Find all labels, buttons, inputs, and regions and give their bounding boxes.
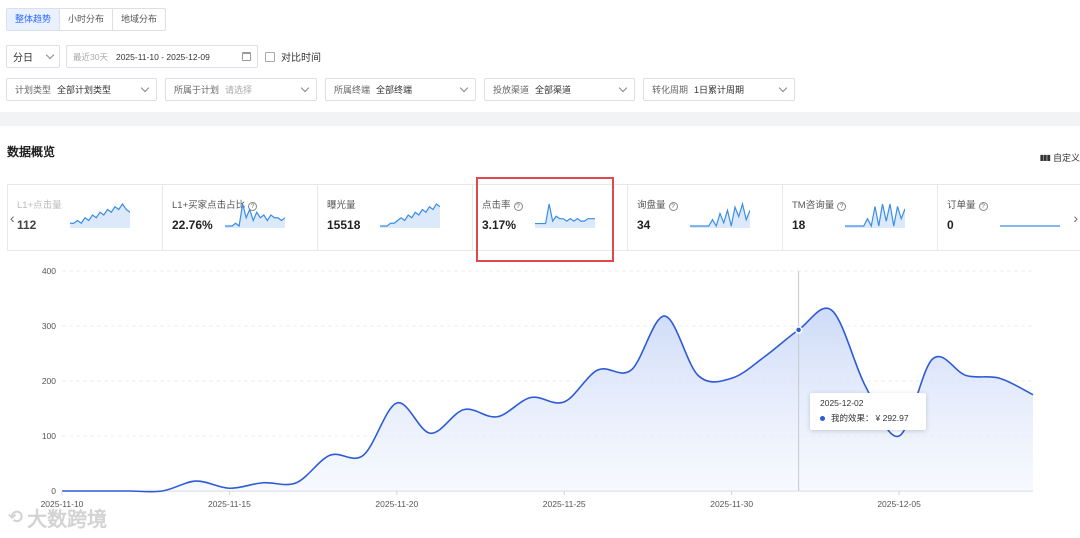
watermark: ⟲ 大数跨境: [8, 503, 107, 532]
view-tabs: 整体趋势 小时分布 地域分布: [6, 8, 167, 31]
y-tick-label: 400: [42, 266, 56, 276]
highlight-point: [794, 326, 803, 334]
granularity-select[interactable]: 分日: [6, 45, 60, 68]
customize-button[interactable]: ▮▮▮ 自定义: [1040, 151, 1080, 164]
compare-time-toggle[interactable]: 对比时间: [265, 49, 321, 64]
date-range-value: 2025-11-10 - 2025-12-09: [115, 51, 210, 62]
series-dot-icon: [820, 415, 825, 421]
metric-label: L1+点击量: [17, 200, 62, 211]
y-tick-label: 200: [42, 376, 56, 386]
sparkline: [690, 201, 750, 228]
compare-checkbox[interactable]: [265, 51, 275, 62]
filter-value: 全部终端: [376, 85, 413, 95]
help-icon: ?: [668, 202, 678, 211]
metric-label: TM咨询量?: [792, 197, 847, 211]
plan-type-select[interactable]: 计划类型 全部计划类型: [6, 78, 157, 101]
tooltip-value: ¥ 292.97: [875, 413, 909, 423]
section-divider: [0, 112, 1080, 126]
metric-label: 曝光量: [327, 200, 356, 211]
tooltip-series-label: 我的效果：: [831, 413, 874, 423]
chevron-down-icon: [459, 83, 469, 93]
compare-label: 对比时间: [281, 53, 321, 64]
metric-card-orders[interactable]: 订单量? 0: [938, 185, 1080, 250]
filter-label: 计划类型: [15, 85, 52, 95]
granularity-value: 分日: [13, 53, 33, 64]
metric-card-l1-buyer-ratio[interactable]: L1+买家点击占比? 22.76%: [163, 185, 318, 250]
metric-value: 34: [637, 218, 651, 232]
x-tick-label: 2025-11-20: [375, 499, 418, 509]
chevron-down-icon: [300, 83, 310, 93]
y-tick-label: 100: [42, 431, 56, 441]
highlight-box: [476, 177, 614, 262]
carousel-prev-button[interactable]: ‹: [10, 210, 15, 226]
metric-value: 18: [792, 218, 806, 232]
chart-tooltip: 2025-12-02 我的效果： ¥ 292.97: [810, 393, 926, 430]
metric-label: 订单量?: [947, 197, 988, 211]
filter-placeholder: 请选择: [225, 85, 253, 95]
metric-value: 112: [17, 218, 37, 232]
date-range-picker[interactable]: 最近30天 2025-11-10 - 2025-12-09: [66, 45, 258, 68]
watermark-text: 大数跨境: [27, 509, 108, 531]
filter-value: 全部计划类型: [57, 85, 112, 95]
help-icon: ?: [978, 202, 988, 211]
metric-value: 15518: [327, 218, 361, 232]
x-tick-label: 2025-11-30: [710, 499, 753, 509]
terminal-select[interactable]: 所属终端 全部终端: [325, 78, 476, 101]
tab-overall-trend[interactable]: 整体趋势: [7, 9, 61, 30]
tooltip-date: 2025-12-02: [820, 398, 864, 408]
filter-row: 计划类型 全部计划类型 所属于计划 请选择 所属终端 全部终端 投放渠道 全部渠…: [6, 78, 803, 101]
filter-label: 转化周期: [652, 85, 689, 95]
columns-icon: ▮▮▮: [1039, 153, 1051, 162]
channel-select[interactable]: 投放渠道 全部渠道: [484, 78, 635, 101]
sparkline: [1000, 225, 1060, 227]
plan-select[interactable]: 所属于计划 请选择: [165, 78, 317, 101]
tab-region-distribution[interactable]: 地域分布: [113, 9, 165, 30]
chevron-down-icon: [618, 83, 628, 93]
sparkline-area: [70, 204, 130, 228]
chevron-down-icon: [140, 83, 150, 93]
calendar-icon: [242, 52, 251, 61]
watermark-logo-icon: ⟲: [8, 507, 24, 527]
trend-chart[interactable]: 01002003004002025-11-10 2025-11-15 2025-11…: [0, 260, 1080, 510]
metric-value: 0: [947, 218, 954, 232]
metric-card-impressions[interactable]: 曝光量 15518: [318, 185, 473, 250]
date-row: 分日 最近30天 2025-11-10 - 2025-12-09 对比时间: [6, 45, 321, 68]
metric-card-tm-consults[interactable]: TM咨询量? 18: [783, 185, 938, 250]
x-tick-label: 2025-11-25: [543, 499, 586, 509]
metric-label: 询盘量?: [637, 197, 678, 211]
filter-value: 1日累计周期: [694, 85, 745, 95]
section-title: 数据概览: [7, 145, 56, 159]
sparkline: [225, 203, 285, 228]
date-range-prefix: 最近30天: [73, 51, 108, 62]
metric-card-l1-clicks[interactable]: L1+点击量 112: [8, 185, 163, 250]
filter-label: 所属终端: [334, 85, 371, 95]
filter-label: 投放渠道: [493, 85, 530, 95]
filter-value: 全部渠道: [535, 85, 572, 95]
sparkline: [70, 202, 130, 228]
metric-value: 22.76%: [172, 218, 213, 232]
chevron-down-icon: [45, 50, 55, 60]
chevron-down-icon: [778, 83, 788, 93]
y-tick-label: 0: [51, 486, 56, 496]
customize-label: 自定义: [1052, 153, 1080, 163]
y-tick-label: 300: [42, 321, 56, 331]
tab-hourly-distribution[interactable]: 小时分布: [60, 9, 114, 30]
sparkline: [380, 203, 440, 228]
metric-card-inquiries[interactable]: 询盘量? 34: [628, 185, 783, 250]
x-tick-label: 2025-12-05: [877, 499, 921, 509]
carousel-next-button[interactable]: ›: [1073, 210, 1078, 226]
sparkline: [845, 203, 905, 228]
filter-label: 所属于计划: [174, 85, 220, 95]
conversion-period-select[interactable]: 转化周期 1日累计周期: [643, 78, 795, 101]
x-tick-label: 2025-11-15: [208, 499, 251, 509]
